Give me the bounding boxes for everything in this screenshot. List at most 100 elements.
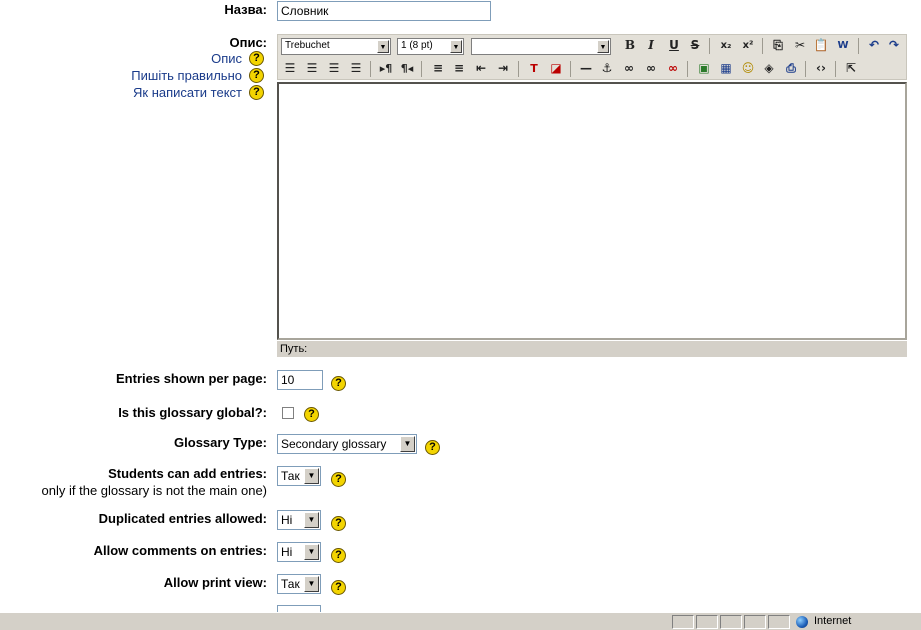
- toolbar-separator: [570, 61, 571, 77]
- strikethrough-icon[interactable]: S: [685, 36, 705, 55]
- entries-per-page-input[interactable]: 10: [277, 370, 323, 390]
- comments-select[interactable]: Ні ▼: [277, 542, 321, 562]
- print-view-select[interactable]: Так ▼: [277, 574, 321, 594]
- students-add-select[interactable]: Так ▼: [277, 466, 321, 486]
- paste-icon[interactable]: 📋: [811, 36, 831, 55]
- entries-per-page-label: Entries shown per page:: [116, 371, 267, 386]
- link-icon[interactable]: ∞: [619, 59, 639, 78]
- ordered-list-icon[interactable]: ≡: [428, 59, 448, 78]
- unlink-icon[interactable]: ∞: [641, 59, 661, 78]
- nolink-icon[interactable]: ∞: [663, 59, 683, 78]
- help-link-description[interactable]: Опис: [211, 51, 242, 66]
- align-center-icon[interactable]: ☰: [302, 59, 322, 78]
- font-select[interactable]: Trebuchet ▼: [281, 38, 391, 55]
- background-color-icon[interactable]: ◪: [546, 59, 566, 78]
- toolbar-separator: [518, 61, 519, 77]
- fullscreen-icon[interactable]: ⇱: [841, 59, 861, 78]
- chevron-down-icon: ▼: [304, 544, 319, 560]
- horizontal-rule-icon[interactable]: —: [576, 59, 596, 78]
- duplicates-label: Duplicated entries allowed:: [98, 511, 267, 526]
- special-char-icon[interactable]: ◈: [759, 59, 779, 78]
- chevron-down-icon: ▼: [304, 512, 319, 528]
- subscript-icon[interactable]: x₂: [716, 36, 736, 55]
- glossary-type-select[interactable]: Secondary glossary ▼: [277, 434, 417, 454]
- comments-value: Ні: [281, 545, 293, 559]
- cut-icon[interactable]: ✂: [790, 36, 810, 55]
- help-icon[interactable]: ?: [249, 68, 264, 83]
- name-label: Назва:: [224, 2, 267, 17]
- security-zone: Internet: [814, 615, 852, 627]
- global-label: Is this glossary global?:: [118, 405, 267, 420]
- rtl-icon[interactable]: ¶◂: [397, 59, 417, 78]
- global-checkbox[interactable]: [282, 407, 294, 419]
- undo-icon[interactable]: ↶: [864, 36, 884, 55]
- redo-icon[interactable]: ↷: [884, 36, 904, 55]
- ltr-icon[interactable]: ▸¶: [376, 59, 396, 78]
- style-select[interactable]: ▼: [471, 38, 611, 55]
- html-source-icon[interactable]: ‹›: [811, 59, 831, 78]
- help-icon[interactable]: ?: [331, 472, 346, 487]
- toolbar-separator: [805, 61, 806, 77]
- size-select-value: 1 (8 pt): [401, 40, 433, 51]
- font-select-value: Trebuchet: [285, 40, 330, 51]
- help-icon[interactable]: ?: [331, 516, 346, 531]
- unordered-list-icon[interactable]: ≡: [449, 59, 469, 78]
- search-replace-icon[interactable]: ⎙: [781, 59, 801, 78]
- help-icon[interactable]: ?: [331, 580, 346, 595]
- chevron-down-icon: ▼: [304, 576, 319, 592]
- glossary-type-value: Secondary glossary: [281, 437, 387, 451]
- bold-icon[interactable]: B: [620, 36, 640, 55]
- duplicates-select[interactable]: Ні ▼: [277, 510, 321, 530]
- students-add-note: only if the glossary is not the main one…: [41, 483, 267, 498]
- status-cell: [672, 615, 694, 629]
- toolbar-separator: [370, 61, 371, 77]
- insert-table-icon[interactable]: ▦: [716, 59, 736, 78]
- help-icon[interactable]: ?: [249, 51, 264, 66]
- help-icon[interactable]: ?: [331, 376, 346, 391]
- text-color-icon[interactable]: T: [524, 59, 544, 78]
- toolbar-separator: [835, 61, 836, 77]
- editor-toolbar: Trebuchet ▼ 1 (8 pt) ▼ ▼ B I U S x₂ x² ⎘…: [277, 34, 907, 80]
- description-editor[interactable]: [277, 82, 907, 340]
- glossary-type-label: Glossary Type:: [174, 435, 267, 450]
- globe-icon: [796, 616, 808, 628]
- help-link-write-properly[interactable]: Пишіть правильно: [131, 68, 242, 83]
- smiley-icon[interactable]: ☺: [738, 59, 758, 78]
- align-justify-icon[interactable]: ☰: [346, 59, 366, 78]
- status-cell: [768, 615, 790, 629]
- italic-icon[interactable]: I: [641, 36, 661, 55]
- name-input[interactable]: Словник: [277, 1, 491, 21]
- status-cell: [696, 615, 718, 629]
- status-cell: [720, 615, 742, 629]
- align-right-icon[interactable]: ☰: [324, 59, 344, 78]
- copy-icon[interactable]: ⎘: [768, 36, 788, 55]
- chevron-down-icon: ▼: [597, 40, 609, 53]
- status-cell: [744, 615, 766, 629]
- superscript-icon[interactable]: x²: [738, 36, 758, 55]
- underline-icon[interactable]: U: [664, 36, 684, 55]
- anchor-icon[interactable]: ⚓: [597, 59, 617, 78]
- outdent-icon[interactable]: ⇤: [471, 59, 491, 78]
- align-left-icon[interactable]: ☰: [280, 59, 300, 78]
- toolbar-separator: [762, 38, 763, 54]
- size-select[interactable]: 1 (8 pt) ▼: [397, 38, 464, 55]
- chevron-down-icon: ▼: [450, 40, 462, 53]
- print-view-value: Так: [281, 577, 300, 591]
- chevron-down-icon: ▼: [377, 40, 389, 53]
- students-add-label: Students can add entries:: [108, 466, 267, 481]
- editor-path-bar: Путь:: [277, 341, 907, 357]
- chevron-down-icon: ▼: [400, 436, 415, 452]
- help-icon[interactable]: ?: [425, 440, 440, 455]
- paste-word-icon[interactable]: W: [833, 36, 853, 55]
- print-view-label: Allow print view:: [163, 575, 267, 590]
- duplicates-value: Ні: [281, 513, 293, 527]
- help-icon[interactable]: ?: [304, 407, 319, 422]
- help-icon[interactable]: ?: [331, 548, 346, 563]
- help-icon[interactable]: ?: [249, 85, 264, 100]
- students-add-value: Так: [281, 469, 300, 483]
- indent-icon[interactable]: ⇥: [493, 59, 513, 78]
- help-link-how-to-write[interactable]: Як написати текст: [133, 85, 242, 100]
- insert-image-icon[interactable]: ▣: [694, 59, 714, 78]
- toolbar-separator: [421, 61, 422, 77]
- toolbar-separator: [687, 61, 688, 77]
